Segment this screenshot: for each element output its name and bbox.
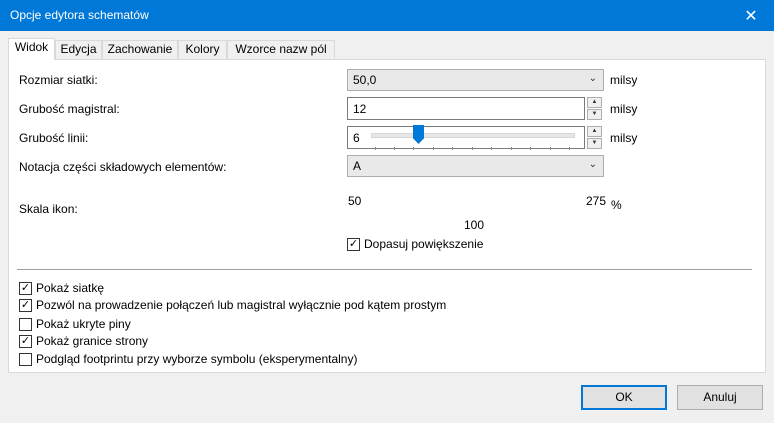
tab-kolory[interactable]: Kolory xyxy=(178,40,227,59)
check-icon: ✓ xyxy=(347,237,360,251)
grid-size-select[interactable]: 50,0 ⌄ xyxy=(347,69,604,91)
show-grid-checkbox[interactable]: ✓ Pokaż siatkę xyxy=(19,281,104,295)
option-label: Pokaż ukryte piny xyxy=(36,317,131,331)
slider-tick xyxy=(530,147,531,150)
ok-label: OK xyxy=(615,390,633,404)
spin-down-icon[interactable]: ▼ xyxy=(587,109,602,120)
bus-width-value: 12 xyxy=(353,102,367,116)
divider xyxy=(17,269,752,270)
slider-tick xyxy=(452,147,453,150)
icon-scale-label: Skala ikon: xyxy=(19,202,78,216)
show-hidden-pins-checkbox[interactable]: Pokaż ukryte piny xyxy=(19,317,131,331)
chevron-down-icon: ⌄ xyxy=(588,159,597,170)
spin-up-icon[interactable]: ▲ xyxy=(587,97,602,108)
orthogonal-wiring-checkbox[interactable]: ✓ Pozwól na prowadzenie połączeń lub mag… xyxy=(19,298,446,312)
fit-zoom-checkbox[interactable]: ✓ Dopasuj powiększenie xyxy=(347,237,483,251)
bus-width-unit: milsy xyxy=(610,102,638,116)
ok-button[interactable]: OK xyxy=(581,385,667,410)
line-width-value: 6 xyxy=(353,131,360,145)
close-button[interactable]: ✕ xyxy=(728,0,774,31)
slider-tick xyxy=(511,147,512,150)
icon-scale-min: 50 xyxy=(348,194,362,208)
line-width-label: Grubość linii: xyxy=(19,131,89,145)
bus-width-input[interactable]: 12 xyxy=(347,97,585,120)
slider-tick xyxy=(375,147,376,150)
option-label: Pozwól na prowadzenie połączeń lub magis… xyxy=(36,298,447,312)
tab-edycja[interactable]: Edycja xyxy=(55,40,102,59)
tab-wzorce-nazw-pol[interactable]: Wzorce nazw pól xyxy=(227,40,335,59)
cancel-button[interactable]: Anuluj xyxy=(677,385,763,410)
bus-width-label: Grubość magistral: xyxy=(19,102,120,116)
slider-tick xyxy=(472,147,473,150)
icon-scale-slider-track[interactable] xyxy=(371,133,575,138)
empty-check-box xyxy=(19,317,32,331)
title-bar: Opcje edytora schematów ✕ xyxy=(0,0,774,31)
slider-tick xyxy=(491,147,492,150)
slider-tick xyxy=(433,147,434,150)
fit-zoom-label: Dopasuj powiększenie xyxy=(364,237,484,251)
slider-tick xyxy=(394,147,395,150)
slider-tick xyxy=(550,147,551,150)
tab-label: Kolory xyxy=(185,42,220,56)
option-label: Pokaż siatkę xyxy=(36,281,105,295)
grid-size-label: Rozmiar siatki: xyxy=(19,73,98,87)
window-title: Opcje edytora schematów xyxy=(10,8,149,22)
tab-label: Wzorce nazw pól xyxy=(235,42,327,56)
grid-size-unit: milsy xyxy=(610,73,638,87)
spin-down-icon[interactable]: ▼ xyxy=(587,138,602,149)
grid-size-value: 50,0 xyxy=(353,73,377,87)
option-label: Pokaż granice strony xyxy=(36,334,149,348)
unit-notation-value: A xyxy=(353,159,362,173)
spin-up-icon[interactable]: ▲ xyxy=(587,126,602,137)
icon-scale-unit: % xyxy=(611,198,622,212)
empty-check-box xyxy=(19,352,32,366)
icon-scale-value: 100 xyxy=(464,218,485,232)
option-label: Podgląd footprintu przy wyborze symbolu … xyxy=(36,352,358,366)
check-icon: ✓ xyxy=(19,298,32,312)
unit-notation-label: Notacja części składowych elementów: xyxy=(19,160,227,174)
tab-label: Zachowanie xyxy=(107,42,173,56)
line-width-unit: milsy xyxy=(610,131,638,145)
tab-label: Widok xyxy=(14,40,49,54)
tab-zachowanie[interactable]: Zachowanie xyxy=(102,40,178,59)
unit-notation-select[interactable]: A ⌄ xyxy=(347,155,604,177)
cancel-label: Anuluj xyxy=(703,390,737,404)
tab-widok[interactable]: Widok xyxy=(8,38,55,60)
show-page-limits-checkbox[interactable]: ✓ Pokaż granice strony xyxy=(19,334,148,348)
slider-tick xyxy=(413,147,414,150)
check-icon: ✓ xyxy=(19,281,32,295)
slider-tick xyxy=(569,147,570,150)
check-icon: ✓ xyxy=(19,334,32,348)
icon-scale-max: 275 xyxy=(586,194,607,208)
close-icon: ✕ xyxy=(744,7,758,25)
footprint-preview-checkbox[interactable]: Podgląd footprintu przy wyborze symbolu … xyxy=(19,352,357,366)
chevron-down-icon: ⌄ xyxy=(588,73,597,84)
tab-label: Edycja xyxy=(60,42,97,56)
